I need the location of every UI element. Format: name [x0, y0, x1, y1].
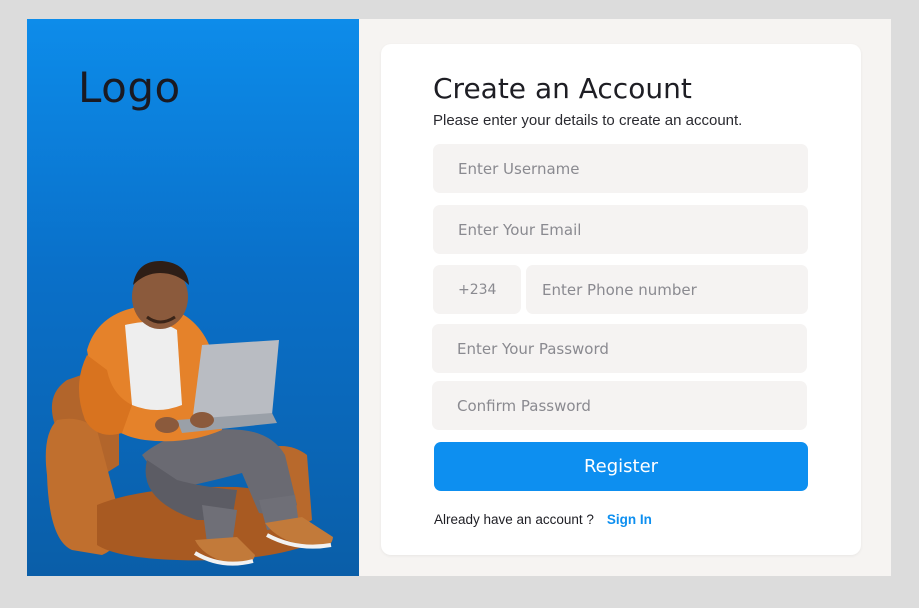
- man-with-laptop-illustration: [45, 260, 333, 566]
- confirm-password-input[interactable]: [432, 381, 807, 430]
- register-button[interactable]: Register: [434, 442, 808, 491]
- signin-prompt: Already have an account ? Sign In: [434, 512, 652, 527]
- register-card: Create an Account Please enter your deta…: [381, 44, 861, 555]
- username-input[interactable]: [433, 144, 808, 193]
- phone-input[interactable]: [526, 265, 808, 314]
- page-frame: Logo Create an Account Please enter your…: [27, 19, 891, 576]
- signin-link[interactable]: Sign In: [607, 512, 652, 527]
- email-input[interactable]: [433, 205, 808, 254]
- logo: Logo: [78, 63, 181, 112]
- brand-panel: Logo: [27, 19, 359, 576]
- password-input[interactable]: [432, 324, 807, 373]
- phone-country-code-select[interactable]: +234: [433, 265, 521, 314]
- page-subtitle: Please enter your details to create an a…: [433, 112, 743, 129]
- page-title: Create an Account: [433, 72, 692, 105]
- signin-prompt-text: Already have an account ?: [434, 512, 594, 527]
- phone-country-code: +234: [458, 281, 497, 298]
